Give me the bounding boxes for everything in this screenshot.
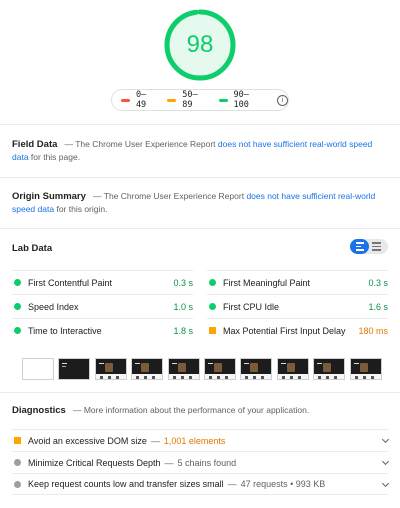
- score-legend: 0–49 50–89 90–100 i: [111, 89, 289, 111]
- filmstrip-frame: [131, 358, 164, 380]
- diagnostic-label: Keep request counts low and transfer siz…: [28, 479, 224, 489]
- filmstrip-frame: [22, 358, 54, 380]
- diagnostic-label: Avoid an excessive DOM size: [28, 435, 147, 446]
- metric-max-potential-fid: Max Potential First Input Delay 180 ms: [207, 318, 388, 342]
- chevron-down-icon[interactable]: [381, 479, 390, 488]
- diagnostic-label: Minimize Critical Requests Depth: [28, 457, 161, 468]
- lab-data-title: Lab Data: [12, 243, 53, 254]
- info-dot-icon: [14, 459, 21, 466]
- metric-label: Time to Interactive: [28, 325, 102, 336]
- legend-item-average: 50–89: [167, 90, 207, 110]
- metric-label: Max Potential First Input Delay: [223, 325, 346, 336]
- metric-first-cpu-idle: First CPU Idle 1.6 s: [207, 294, 388, 318]
- diagnostic-item-request-counts[interactable]: Keep request counts low and transfer siz…: [12, 473, 390, 495]
- metric-value: 1.8 s: [173, 325, 193, 336]
- pass-icon: [209, 279, 216, 286]
- filmstrip-frame: [167, 358, 200, 380]
- filmstrip-frame: [203, 358, 236, 380]
- diagnostic-sep: —: [227, 479, 237, 489]
- average-icon: [209, 327, 216, 334]
- metric-first-meaningful-paint: First Meaningful Paint 0.3 s: [207, 270, 388, 294]
- average-marker-icon: [167, 98, 177, 102]
- origin-summary-text-after: for this origin.: [56, 204, 108, 214]
- divider: [0, 177, 400, 178]
- field-data-title: Field Data: [12, 139, 58, 150]
- diagnostics-sep: —: [72, 405, 82, 415]
- metric-first-contentful-paint: First Contentful Paint 0.3 s: [12, 270, 193, 294]
- field-data-text-after: for this page.: [30, 152, 81, 162]
- diagnostic-item-dom-size[interactable]: Avoid an excessive DOM size — 1,001 elem…: [12, 429, 390, 451]
- diagnostic-detail: 5 chains found: [177, 457, 237, 468]
- diagnostics-header: Diagnostics — More information about the…: [12, 404, 309, 417]
- origin-summary-section: Origin Summary — The Chrome User Experie…: [12, 190, 388, 216]
- metric-value: 0.3 s: [368, 277, 388, 288]
- field-data-sep: —: [64, 139, 74, 149]
- metric-label: First Contentful Paint: [28, 277, 113, 288]
- divider: [0, 392, 400, 393]
- metric-time-to-interactive: Time to Interactive 1.8 s: [12, 318, 193, 342]
- diagnostic-sep: —: [150, 435, 160, 446]
- divider: [0, 228, 400, 229]
- filmstrip-frame: [349, 358, 382, 380]
- filmstrip-frame: [276, 358, 309, 380]
- metric-label: First Meaningful Paint: [223, 277, 311, 288]
- pass-icon: [14, 303, 21, 310]
- score-value: 98: [186, 31, 214, 58]
- list-view-icon[interactable]: [350, 239, 369, 254]
- metrics-view-toggle[interactable]: [350, 239, 388, 254]
- diagnostic-item-critical-requests[interactable]: Minimize Critical Requests Depth — 5 cha…: [12, 451, 390, 473]
- diagnostics-description: More information about the performance o…: [83, 405, 310, 415]
- filmstrip-frame: [94, 358, 127, 380]
- metric-value: 1.0 s: [173, 301, 193, 312]
- filmstrip-frame: [313, 358, 346, 380]
- origin-summary-sep: —: [93, 191, 102, 201]
- filmstrip-frame: [58, 358, 91, 380]
- origin-summary-text: The Chrome User Experience Report: [103, 191, 245, 201]
- pass-marker-icon: [218, 98, 228, 102]
- metric-speed-index: Speed Index 1.0 s: [12, 294, 193, 318]
- warning-icon: [14, 437, 21, 444]
- compact-view-icon[interactable]: [372, 239, 384, 254]
- pass-icon: [14, 279, 21, 286]
- filmstrip-frame: [240, 358, 273, 380]
- metric-label: First CPU Idle: [223, 301, 280, 312]
- diagnostic-detail: 1,001 elements: [163, 435, 226, 446]
- legend-item-pass: 90–100: [218, 90, 264, 110]
- diagnostic-detail: 47 requests • 993 KB: [240, 479, 326, 489]
- info-icon[interactable]: i: [277, 94, 288, 106]
- legend-label-average: 50–89: [182, 90, 198, 110]
- legend-item-fail: 0–49: [121, 90, 156, 110]
- diagnostics-title: Diagnostics: [12, 405, 66, 416]
- origin-summary-title: Origin Summary: [12, 191, 86, 202]
- filmstrip: [22, 358, 386, 382]
- performance-score-gauge: 98: [163, 8, 237, 82]
- metric-value: 180 ms: [358, 325, 388, 336]
- pass-icon: [209, 303, 216, 310]
- legend-label-fail: 0–49: [135, 90, 147, 110]
- divider: [0, 124, 400, 125]
- metric-value: 0.3 s: [173, 277, 193, 288]
- metric-value: 1.6 s: [368, 301, 388, 312]
- fail-marker-icon: [121, 98, 130, 102]
- chevron-down-icon[interactable]: [381, 435, 390, 444]
- diagnostic-sep: —: [164, 457, 174, 468]
- info-dot-icon: [14, 480, 21, 488]
- field-data-text: The Chrome User Experience Report: [75, 139, 216, 149]
- legend-label-pass: 90–100: [233, 90, 249, 110]
- chevron-down-icon[interactable]: [381, 457, 390, 466]
- field-data-section: Field Data — The Chrome User Experience …: [12, 138, 388, 164]
- pass-icon: [14, 327, 21, 334]
- metric-label: Speed Index: [28, 301, 79, 312]
